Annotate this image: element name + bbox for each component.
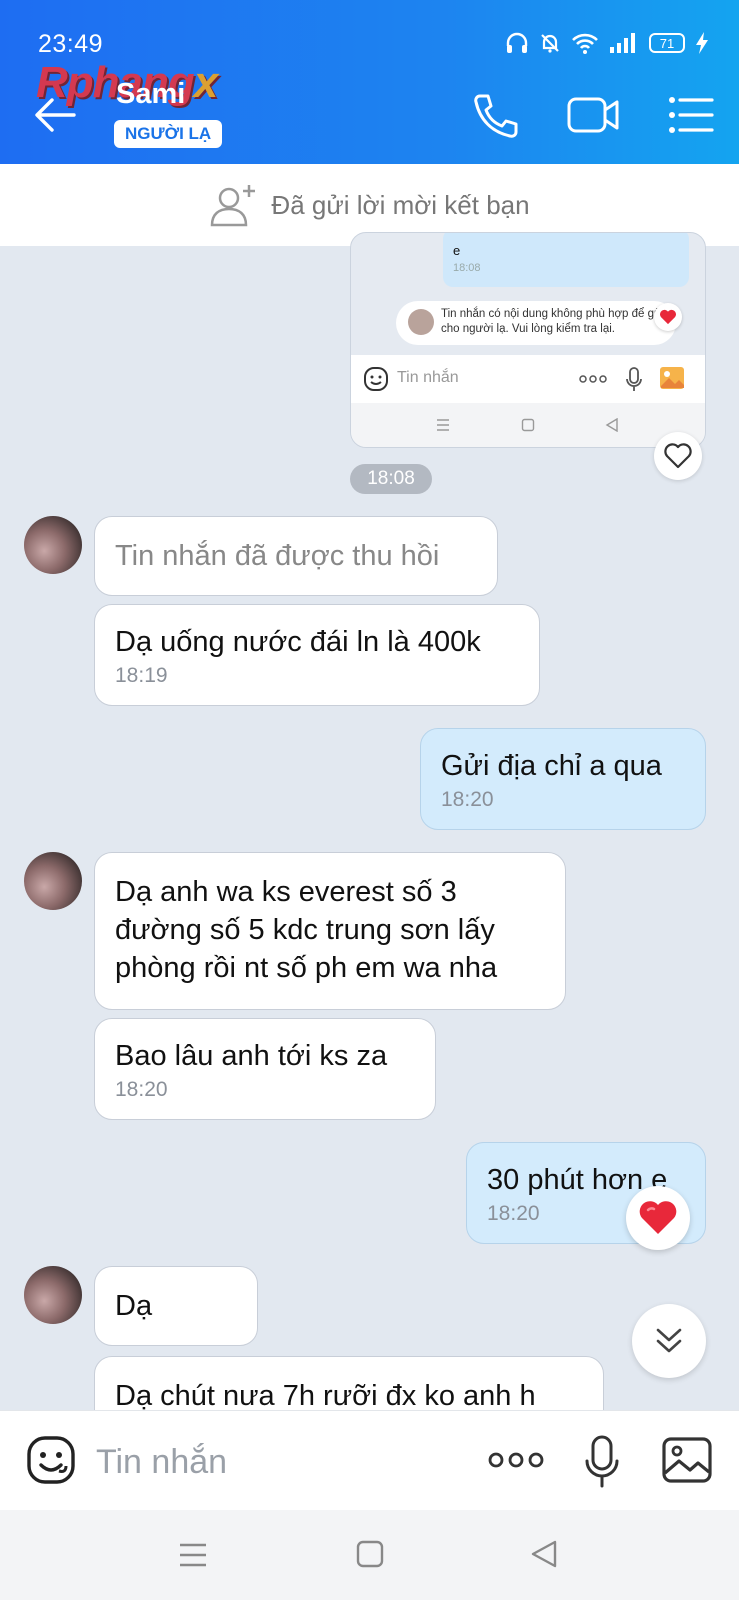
bell-mute-icon xyxy=(541,34,559,53)
message-bubble[interactable]: Dạ anh wa ks everest số 3 đường số 5 kdc… xyxy=(94,852,566,1010)
status-bar: 23:49 71 xyxy=(0,0,739,64)
chat-header: 23:49 71 Rphangx Sami NGƯỜI LẠ xyxy=(0,0,739,164)
image-react-heart-button[interactable] xyxy=(654,432,702,480)
microphone-icon[interactable] xyxy=(584,1435,620,1489)
message-text: Gửi địa chỉ a qua xyxy=(441,750,662,782)
message-bubble[interactable]: Dạ xyxy=(94,1266,258,1346)
message-bubble[interactable]: Bao lâu anh tới ks za 18:20 xyxy=(94,1018,436,1120)
message-text: Dạ uống nước đái ln là 400k xyxy=(115,626,481,658)
signal-icon xyxy=(610,33,635,53)
screenshot-image-message[interactable]: e 18:08 Tin nhắn có nội dung không phù h… xyxy=(350,232,706,448)
back-arrow-icon[interactable] xyxy=(30,90,80,140)
watermark-accent: x xyxy=(193,58,219,107)
message-text: Bao lâu anh tới ks za xyxy=(115,1040,388,1072)
battery-indicator: 71 xyxy=(649,33,685,53)
reaction-heart-button[interactable] xyxy=(626,1186,690,1250)
headphones-icon xyxy=(506,32,528,53)
message-text-line: đường số 5 kdc trung sơn lấy xyxy=(115,914,495,946)
avatar[interactable] xyxy=(24,516,82,574)
double-chevron-down-icon xyxy=(656,1328,682,1353)
scroll-to-bottom-button[interactable] xyxy=(632,1304,706,1378)
message-composer: Tin nhắn xyxy=(0,1410,739,1510)
quoted-warning-notice: Tin nhắn có nội dung không phù hợp để gử… xyxy=(396,301,682,345)
home-icon[interactable] xyxy=(356,1540,384,1568)
message-text-line: phòng rồi nt số ph em wa nha xyxy=(115,952,498,984)
message-text: Dạ xyxy=(115,1290,153,1322)
message-bubble-sent[interactable]: Gửi địa chỉ a qua 18:20 xyxy=(420,728,706,830)
avatar[interactable] xyxy=(24,1266,82,1324)
video-call-icon[interactable] xyxy=(566,90,620,140)
system-nav-bar xyxy=(0,1510,739,1600)
stranger-badge: NGƯỜI LẠ xyxy=(114,120,223,148)
image-gallery-icon[interactable] xyxy=(662,1437,712,1483)
status-time: 23:49 xyxy=(38,30,104,58)
recent-apps-icon[interactable] xyxy=(178,1542,208,1568)
charging-icon xyxy=(696,32,708,54)
menu-list-icon[interactable] xyxy=(666,90,720,140)
quoted-menu-icon xyxy=(437,419,449,431)
message-text: Tin nhắn đã được thu hồi xyxy=(115,540,440,572)
message-time: 18:20 xyxy=(441,788,494,811)
message-time: 18:19 xyxy=(115,664,168,687)
time-divider: 18:08 xyxy=(350,464,432,494)
message-input[interactable]: Tin nhắn xyxy=(96,1443,227,1482)
quoted-back-icon xyxy=(605,418,618,432)
quoted-emoji-icon xyxy=(364,367,388,391)
status-icons: 71 xyxy=(505,32,709,54)
quoted-gallery-icon xyxy=(660,367,684,389)
quoted-warning-text: Tin nhắn có nội dung không phù hợp để gử… xyxy=(441,308,665,335)
heart-icon xyxy=(639,1201,677,1234)
quoted-input-placeholder: Tin nhắn xyxy=(397,369,459,386)
wifi-icon xyxy=(572,33,598,54)
message-time: 18:20 xyxy=(115,1078,168,1101)
message-bubble[interactable]: Dạ uống nước đái ln là 400k 18:19 xyxy=(94,604,540,706)
contact-name[interactable]: Sami xyxy=(116,78,185,111)
message-text-line: Dạ anh wa ks everest số 3 xyxy=(115,876,457,908)
quoted-input-bar: Tin nhắn xyxy=(351,355,705,403)
avatar[interactable] xyxy=(24,852,82,910)
quoted-bubble-text: e xyxy=(453,243,461,258)
quoted-bubble: e 18:08 xyxy=(443,233,689,287)
more-options-icon[interactable] xyxy=(488,1451,544,1469)
emoji-sticker-icon[interactable] xyxy=(26,1435,76,1485)
add-friend-icon xyxy=(211,185,256,227)
quoted-nav-bar xyxy=(351,403,705,447)
message-bubble-recalled[interactable]: Tin nhắn đã được thu hồi xyxy=(94,516,498,596)
quoted-avatar xyxy=(408,309,434,335)
heart-outline-icon xyxy=(664,443,692,469)
quoted-home-icon xyxy=(521,418,535,432)
back-triangle-icon[interactable] xyxy=(530,1539,558,1569)
phone-call-icon[interactable] xyxy=(468,90,522,140)
quoted-more-icon xyxy=(579,375,607,383)
quoted-heart-icon xyxy=(654,303,682,331)
quoted-mic-icon xyxy=(626,367,642,391)
friend-request-text: Đã gửi lời mời kết bạn xyxy=(271,189,530,220)
quoted-bubble-time: 18:08 xyxy=(453,262,481,274)
